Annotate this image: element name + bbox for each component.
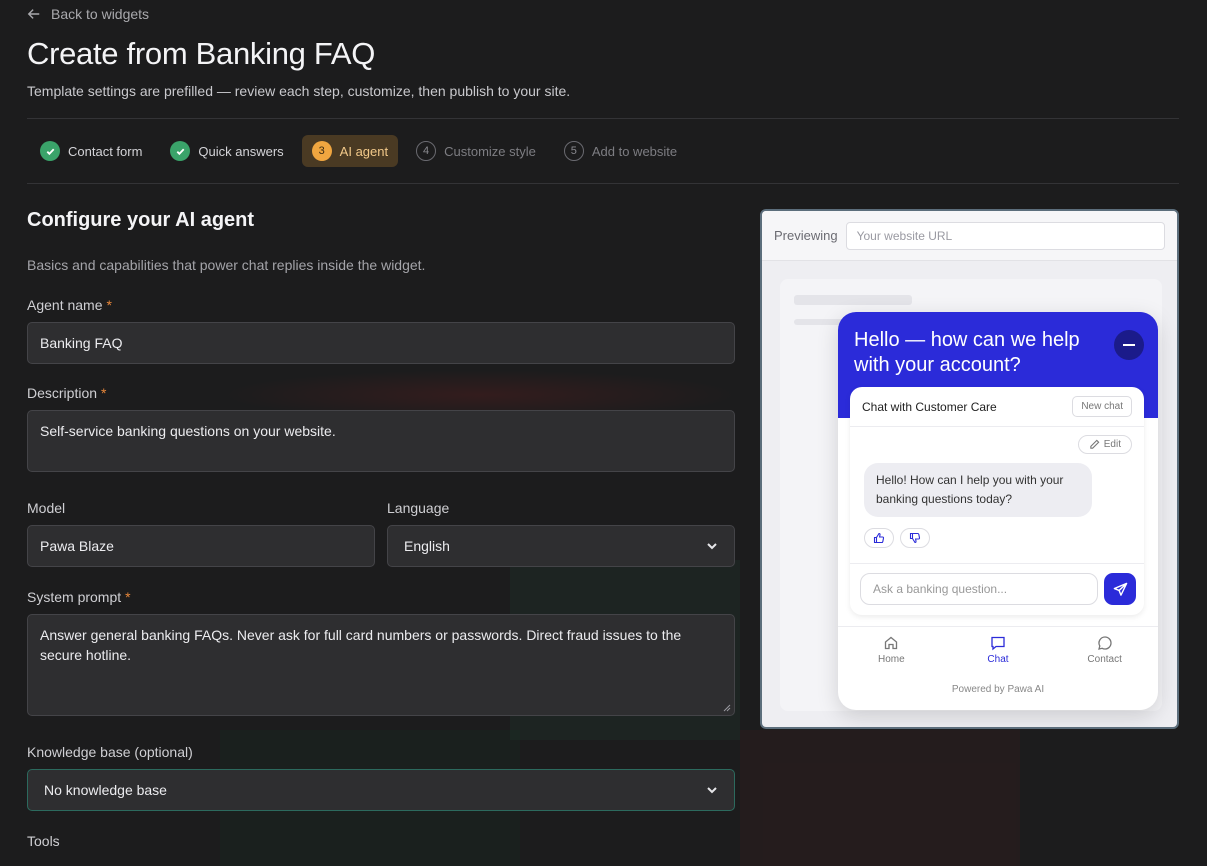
edit-button[interactable]: Edit xyxy=(1077,435,1132,454)
step-customize-style[interactable]: 4 Customize style xyxy=(406,135,546,167)
widget-bottom-nav: Home Chat Contact xyxy=(838,626,1158,674)
feedback-row xyxy=(864,528,930,548)
thumbs-down-button[interactable] xyxy=(900,528,930,548)
divider xyxy=(27,183,1179,184)
previewing-label: Previewing xyxy=(774,228,838,243)
page-title: Create from Banking FAQ xyxy=(27,36,376,71)
pencil-icon xyxy=(1090,439,1100,449)
back-to-widgets-link[interactable]: Back to widgets xyxy=(27,6,149,22)
step-contact-form[interactable]: Contact form xyxy=(30,135,152,167)
chat-widget: Hello — how can we help with your accoun… xyxy=(838,312,1158,710)
required-mark: * xyxy=(106,297,112,313)
chat-card-header: Chat with Customer Care New chat xyxy=(850,387,1144,427)
page-subtitle: Template settings are prefilled — review… xyxy=(27,83,571,99)
chat-bubble-icon xyxy=(1097,636,1112,650)
knowledge-base-label: Knowledge base (optional) xyxy=(27,744,193,760)
step-add-to-website[interactable]: 5 Add to website xyxy=(554,135,687,167)
language-label: Language xyxy=(387,500,450,516)
label-text: Agent name xyxy=(27,297,103,313)
model-input[interactable]: Pawa Blaze xyxy=(27,525,375,567)
tools-label: Tools xyxy=(27,833,60,849)
chat-card: Chat with Customer Care New chat Edit He… xyxy=(850,387,1144,615)
step-number: 4 xyxy=(416,141,437,161)
chevron-down-icon xyxy=(707,787,717,794)
stepper: Contact form Quick answers 3 AI agent 4 … xyxy=(30,135,687,167)
step-quick-answers[interactable]: Quick answers xyxy=(160,135,293,167)
edit-label: Edit xyxy=(1103,439,1121,450)
agent-name-label: Agent name * xyxy=(27,297,112,313)
knowledge-base-select[interactable]: No knowledge base xyxy=(27,769,735,811)
step-number: 3 xyxy=(311,141,332,161)
back-link-label: Back to widgets xyxy=(51,6,150,22)
thumbs-up-button[interactable] xyxy=(864,528,894,548)
chevron-down-icon xyxy=(707,543,717,550)
nav-chat[interactable]: Chat xyxy=(958,627,1038,674)
label-text: System prompt xyxy=(27,589,122,605)
required-mark: * xyxy=(125,589,131,605)
nav-contact[interactable]: Contact xyxy=(1065,627,1145,674)
preview-toolbar: Previewing Your website URL xyxy=(762,211,1177,261)
send-button[interactable] xyxy=(1104,573,1136,605)
website-url-input[interactable]: Your website URL xyxy=(845,221,1165,250)
system-prompt-text: Answer general banking FAQs. Never ask f… xyxy=(40,627,682,663)
placeholder-bar xyxy=(794,295,912,305)
section-subtitle: Basics and capabilities that power chat … xyxy=(27,257,426,273)
description-label: Description * xyxy=(27,385,106,401)
home-icon xyxy=(885,636,898,650)
nav-label: Home xyxy=(877,654,905,665)
step-label: Contact form xyxy=(68,143,143,159)
minimize-button[interactable] xyxy=(1114,330,1144,360)
system-prompt-textarea[interactable]: Answer general banking FAQs. Never ask f… xyxy=(27,614,735,716)
widget-preview-panel: Previewing Your website URL Hello — how … xyxy=(760,209,1179,729)
step-label: Add to website xyxy=(591,143,678,159)
step-ai-agent[interactable]: 3 AI agent xyxy=(301,135,399,167)
chat-title: Chat with Customer Care xyxy=(862,399,997,414)
divider xyxy=(27,118,1179,119)
minus-icon xyxy=(1123,344,1135,346)
agent-name-input[interactable]: Banking FAQ xyxy=(27,322,735,364)
new-chat-button[interactable]: New chat xyxy=(1072,396,1132,417)
step-label: Quick answers xyxy=(198,143,284,159)
nav-label: Contact xyxy=(1087,654,1122,665)
powered-by-label: Powered by Pawa AI xyxy=(951,684,1045,695)
required-mark: * xyxy=(101,385,107,401)
step-number: 5 xyxy=(563,141,584,161)
resize-handle-icon[interactable] xyxy=(723,704,731,712)
label-text: Description xyxy=(27,385,98,401)
nav-home[interactable]: Home xyxy=(851,627,931,674)
language-select[interactable]: English xyxy=(387,525,735,567)
thumbs-down-icon xyxy=(909,532,921,544)
bot-message: Hello! How can I help you with your bank… xyxy=(864,463,1092,517)
chat-input-row: Ask a banking question... xyxy=(860,573,1136,605)
model-label: Model xyxy=(27,500,66,516)
send-icon xyxy=(1113,582,1127,596)
chat-message-input[interactable]: Ask a banking question... xyxy=(860,573,1098,605)
description-textarea[interactable]: Self-service banking questions on your w… xyxy=(27,410,735,472)
step-label: AI agent xyxy=(339,143,389,159)
check-circle-icon xyxy=(40,141,60,161)
arrow-left-icon xyxy=(27,9,40,19)
language-value: English xyxy=(404,538,450,554)
divider xyxy=(850,563,1144,564)
nav-label: Chat xyxy=(987,654,1009,665)
widget-greeting: Hello — how can we help with your accoun… xyxy=(854,329,1080,376)
step-label: Customize style xyxy=(444,143,536,159)
chat-square-icon xyxy=(991,636,1005,651)
system-prompt-label: System prompt * xyxy=(27,589,131,605)
background-glow xyxy=(740,730,1020,866)
thumbs-up-icon xyxy=(873,532,885,544)
check-circle-icon xyxy=(170,141,191,161)
section-title: Configure your AI agent xyxy=(27,209,255,231)
knowledge-base-value: No knowledge base xyxy=(44,782,167,798)
